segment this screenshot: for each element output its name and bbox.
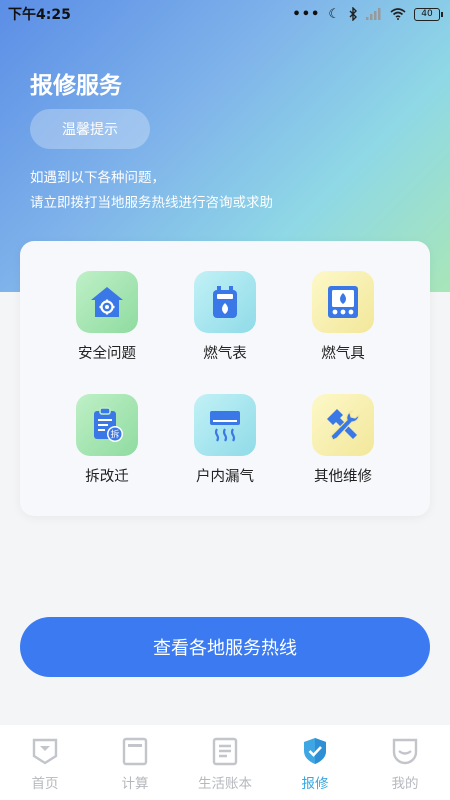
notice-text: 如遇到以下各种问题， 请立即拨打当地服务热线进行咨询或求助	[30, 166, 273, 216]
page-title: 报修服务	[30, 73, 122, 99]
service-label: 安全问题	[78, 346, 136, 362]
service-card: 安全问题 燃气表 燃气具 拆 拆改迁 户内漏气 其他维修	[20, 241, 430, 516]
tab-label: 计算	[121, 776, 149, 792]
repair-shield-icon	[304, 738, 326, 764]
ledger-icon	[212, 737, 238, 766]
house-gear-icon	[76, 271, 138, 333]
service-other-repair[interactable]: 其他维修	[283, 394, 403, 486]
service-label: 燃气具	[321, 346, 365, 362]
tab-label: 我的	[391, 776, 419, 792]
svg-text:拆: 拆	[110, 429, 119, 441]
tab-repair[interactable]: 报修	[270, 725, 360, 800]
notice-line-1: 如遇到以下各种问题，	[30, 170, 165, 186]
signal-icon	[366, 8, 381, 20]
battery-icon: 40	[414, 7, 443, 21]
status-bar: 下午4:25 ••• ☾ 40	[0, 0, 450, 28]
tab-label: 报修	[301, 776, 329, 792]
tab-home[interactable]: 首页	[0, 725, 90, 800]
service-label: 燃气表	[203, 346, 247, 362]
wifi-icon	[390, 8, 406, 20]
repair-tools-icon	[312, 394, 374, 456]
service-grid: 安全问题 燃气表 燃气具 拆 拆改迁 户内漏气 其他维修	[20, 241, 430, 516]
service-indoor-leak[interactable]: 户内漏气	[165, 394, 285, 486]
service-label: 拆改迁	[85, 469, 129, 485]
relocation-document-icon: 拆	[76, 394, 138, 456]
status-time: 下午4:25	[8, 7, 71, 23]
tab-ledger[interactable]: 生活账本	[180, 725, 270, 800]
calculator-icon	[122, 737, 148, 766]
indoor-leak-icon	[194, 394, 256, 456]
service-safety[interactable]: 安全问题	[47, 271, 167, 363]
tab-calculate[interactable]: 计算	[90, 725, 180, 800]
gas-stove-icon	[312, 271, 374, 333]
service-relocation[interactable]: 拆 拆改迁	[47, 394, 167, 486]
tab-label: 生活账本	[198, 776, 252, 792]
service-label: 户内漏气	[196, 469, 254, 485]
view-hotlines-button[interactable]: 查看各地服务热线	[20, 617, 430, 677]
do-not-disturb-icon: ☾	[328, 6, 340, 22]
tab-label: 首页	[31, 776, 59, 792]
status-icons: ••• ☾ 40	[292, 6, 443, 22]
service-gas-meter[interactable]: 燃气表	[165, 271, 285, 363]
service-gas-stove[interactable]: 燃气具	[283, 271, 403, 363]
profile-icon	[392, 738, 418, 765]
bottom-tab-bar: 首页 计算 生活账本 报修 我的	[0, 725, 450, 800]
home-icon	[32, 738, 58, 765]
notice-line-2: 请立即拨打当地服务热线进行咨询或求助	[30, 195, 273, 211]
gas-meter-icon	[194, 271, 256, 333]
service-label: 其他维修	[314, 469, 372, 485]
tips-button[interactable]: 温馨提示	[30, 109, 150, 149]
more-dots-icon: •••	[292, 6, 321, 22]
tab-mine[interactable]: 我的	[360, 725, 450, 800]
bluetooth-icon	[349, 7, 357, 21]
